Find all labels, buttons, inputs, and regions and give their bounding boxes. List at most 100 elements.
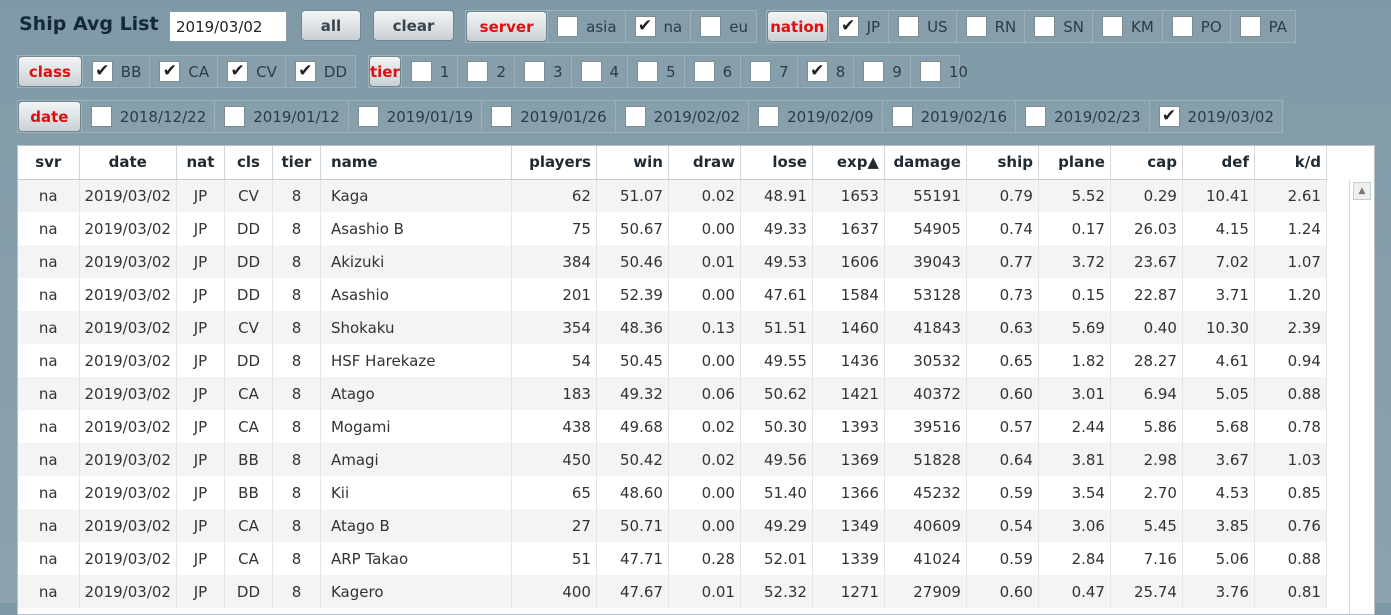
column-header[interactable]: win	[596, 146, 669, 180]
column-header[interactable]: cap	[1110, 146, 1183, 180]
table-cell: DD	[224, 575, 273, 608]
scroll-up-arrow-icon[interactable]: ▲	[1353, 182, 1371, 200]
date-checkbox-2019-01-19[interactable]	[357, 106, 379, 127]
nation-option-label: US	[927, 17, 948, 36]
tier-button[interactable]: tier	[369, 56, 401, 87]
server-checkbox-eu[interactable]	[700, 16, 722, 37]
column-header[interactable]: def	[1182, 146, 1255, 180]
table-cell: na	[18, 377, 80, 410]
date-button[interactable]: date	[18, 101, 81, 132]
nation-button[interactable]: nation	[767, 11, 828, 42]
separator	[888, 10, 890, 43]
separator	[284, 55, 286, 88]
table-cell: 52.01	[740, 542, 813, 575]
table-cell: na	[18, 212, 80, 245]
separator	[1024, 10, 1026, 43]
separator	[347, 100, 349, 133]
nation-checkbox-pa[interactable]	[1239, 16, 1261, 37]
date-checkbox-2019-02-09[interactable]	[758, 106, 780, 127]
table-row: na 2019/03/02 JP CA 8 Atago 183 49.32 0.06 50.62 1…	[18, 377, 1327, 410]
nation-checkbox-us[interactable]	[898, 16, 920, 37]
table-cell: 51.07	[596, 179, 669, 212]
server-checkbox-asia[interactable]	[557, 16, 579, 37]
table-cell: 0.59	[966, 476, 1039, 509]
class-checkbox-bb[interactable]: ✔	[91, 61, 113, 82]
class-checkbox-cv[interactable]: ✔	[227, 61, 249, 82]
column-header[interactable]: svr	[18, 146, 80, 180]
table-cell: 400	[511, 575, 597, 608]
tier-checkbox-1[interactable]	[410, 61, 432, 82]
table-cell: HSF Harekaze	[320, 344, 512, 377]
table-cell: 3.06	[1038, 509, 1111, 542]
tier-checkbox-3[interactable]	[523, 61, 545, 82]
tier-checkbox-2[interactable]	[467, 61, 489, 82]
table-cell: 8	[272, 179, 321, 212]
nation-checkbox-po[interactable]	[1171, 16, 1193, 37]
table-cell: 62	[511, 179, 597, 212]
clear-button[interactable]: clear	[373, 10, 454, 41]
date-checkbox-2018-12-22[interactable]	[90, 106, 112, 127]
table-cell: na	[18, 245, 80, 278]
table-cell: 8	[272, 377, 321, 410]
date-input[interactable]	[169, 11, 287, 42]
table-cell: 50.30	[740, 410, 813, 443]
class-checkbox-dd[interactable]: ✔	[294, 61, 316, 82]
column-header[interactable]: players	[511, 146, 597, 180]
nation-checkbox-rn[interactable]	[965, 16, 987, 37]
tier-checkbox-4[interactable]	[580, 61, 602, 82]
column-header[interactable]: date	[79, 146, 177, 180]
tier-checkbox-8[interactable]: ✔	[806, 61, 828, 82]
table-cell: 5.05	[1182, 377, 1255, 410]
tier-checkbox-7[interactable]	[750, 61, 772, 82]
tier-checkbox-6[interactable]	[693, 61, 715, 82]
table-cell: 3.72	[1038, 245, 1111, 278]
separator	[614, 100, 616, 133]
tier-checkbox-9[interactable]	[863, 61, 885, 82]
table-cell: 40609	[884, 509, 967, 542]
table-cell: 48.36	[596, 311, 669, 344]
date-checkbox-2019-01-12[interactable]	[224, 106, 246, 127]
column-header[interactable]: damage	[884, 146, 967, 180]
nation-checkbox-km[interactable]	[1102, 16, 1123, 37]
column-header[interactable]: lose	[740, 146, 813, 180]
column-header[interactable]: tier	[272, 146, 321, 180]
table-scrollbar[interactable]: ▲	[1349, 180, 1374, 614]
server-button[interactable]: server	[466, 11, 548, 42]
server-checkbox-na[interactable]: ✔	[634, 16, 656, 37]
separator	[214, 100, 216, 133]
column-header[interactable]: plane	[1038, 146, 1111, 180]
table-cell: 354	[511, 311, 597, 344]
column-header[interactable]: draw	[668, 146, 741, 180]
date-checkbox-2019-02-23[interactable]	[1025, 106, 1047, 127]
table-cell: 1.24	[1254, 212, 1327, 245]
column-header[interactable]: name	[320, 146, 512, 180]
all-button[interactable]: all	[301, 10, 361, 41]
column-header[interactable]: exp▲	[812, 146, 885, 180]
table-cell: 5.06	[1182, 542, 1255, 575]
tier-checkbox-5[interactable]	[637, 61, 659, 82]
separator	[748, 100, 750, 133]
column-header[interactable]: ship	[966, 146, 1039, 180]
date-checkbox-2019-02-16[interactable]	[891, 106, 913, 127]
table-cell: 3.01	[1038, 377, 1111, 410]
table-cell: 0.00	[668, 278, 741, 311]
tier-checkbox-10[interactable]	[919, 61, 941, 82]
class-button[interactable]: class	[18, 56, 82, 87]
table-cell: 54	[511, 344, 597, 377]
table-cell: 2019/03/02	[79, 278, 177, 311]
nation-checkbox-sn[interactable]	[1034, 16, 1056, 37]
column-header[interactable]: cls	[224, 146, 273, 180]
table-cell: 0.54	[966, 509, 1039, 542]
ship-table-container: svr date nat cls tier name players win draw lose e…	[17, 145, 1375, 615]
nation-checkbox-jp[interactable]: ✔	[837, 16, 859, 37]
table-cell: 0.47	[1038, 575, 1111, 608]
date-checkbox-2019-01-26[interactable]	[491, 106, 513, 127]
table-cell: JP	[176, 344, 225, 377]
column-header[interactable]: nat	[176, 146, 225, 180]
class-checkbox-ca[interactable]: ✔	[159, 61, 181, 82]
table-cell: 51.40	[740, 476, 813, 509]
column-header[interactable]: k/d	[1254, 146, 1327, 180]
date-checkbox-2019-03-02[interactable]: ✔	[1158, 106, 1180, 127]
separator	[909, 55, 911, 88]
date-checkbox-2019-02-02[interactable]	[624, 106, 646, 127]
